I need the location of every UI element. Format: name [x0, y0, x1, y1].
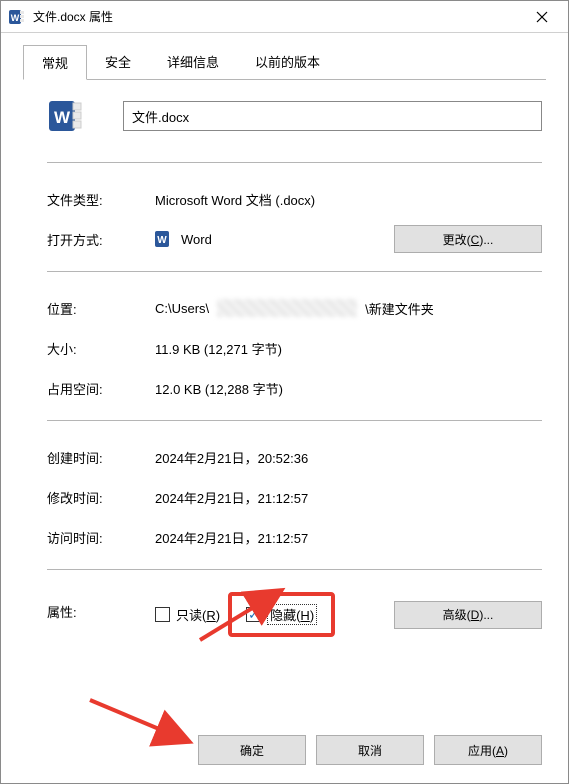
tab-previous-versions[interactable]: 以前的版本	[237, 45, 338, 80]
titlebar: W 文件.docx 属性	[1, 1, 568, 33]
word-icon: W	[9, 9, 25, 25]
highlight-box: ✓ 隐藏(H)	[228, 592, 335, 637]
value-open-with: W Word 更改(C)...	[155, 225, 542, 253]
hidden-checkbox[interactable]: ✓ 隐藏(H)	[246, 604, 317, 625]
divider	[47, 162, 542, 163]
svg-text:W: W	[11, 13, 20, 23]
value-file-type: Microsoft Word 文档 (.docx)	[155, 190, 542, 209]
tab-strip: 常规 安全 详细信息 以前的版本	[1, 33, 568, 80]
tab-general[interactable]: 常规	[23, 45, 87, 80]
label-modified: 修改时间:	[47, 488, 155, 507]
dialog-footer: 确定 取消 应用(A)	[1, 723, 568, 783]
label-open-with: 打开方式:	[47, 230, 155, 249]
divider	[47, 271, 542, 272]
checkbox-icon: ✓	[246, 607, 261, 622]
label-size: 大小:	[47, 339, 155, 358]
value-accessed: 2024年2月21日，21:12:57	[155, 528, 542, 547]
value-created: 2024年2月21日，20:52:36	[155, 448, 542, 467]
ok-button[interactable]: 确定	[198, 735, 306, 765]
label-file-type: 文件类型:	[47, 190, 155, 209]
divider	[47, 420, 542, 421]
content-area: W 文件类型: Microsoft Word 文档 (.docx) 打开方式: …	[1, 80, 568, 723]
window-title: 文件.docx 属性	[33, 8, 519, 25]
close-button[interactable]	[519, 3, 564, 31]
label-attributes: 属性:	[47, 592, 155, 621]
cancel-button[interactable]: 取消	[316, 735, 424, 765]
label-accessed: 访问时间:	[47, 528, 155, 547]
divider	[47, 569, 542, 570]
label-created: 创建时间:	[47, 448, 155, 467]
close-icon	[536, 11, 548, 23]
svg-text:W: W	[157, 235, 167, 246]
checkbox-icon	[155, 607, 170, 622]
value-size: 11.9 KB (12,271 字节)	[155, 339, 542, 358]
value-size-on-disk: 12.0 KB (12,288 字节)	[155, 379, 542, 398]
value-modified: 2024年2月21日，21:12:57	[155, 488, 542, 507]
label-location: 位置:	[47, 299, 155, 318]
file-type-icon: W	[47, 98, 83, 134]
apply-button[interactable]: 应用(A)	[434, 735, 542, 765]
label-size-on-disk: 占用空间:	[47, 379, 155, 398]
word-app-icon: W	[155, 230, 173, 248]
tab-details[interactable]: 详细信息	[149, 45, 237, 80]
open-with-app-name: Word	[181, 232, 212, 247]
tab-security[interactable]: 安全	[87, 45, 149, 80]
properties-dialog: W 文件.docx 属性 常规 安全 详细信息 以前的版本 W 文件类型: Mi…	[0, 0, 569, 784]
redacted-username	[217, 299, 357, 317]
readonly-checkbox[interactable]: 只读(R)	[155, 605, 220, 624]
svg-text:W: W	[54, 108, 71, 127]
change-button[interactable]: 更改(C)...	[394, 225, 542, 253]
filename-input[interactable]	[123, 101, 542, 131]
advanced-button[interactable]: 高级(D)...	[394, 601, 542, 629]
value-location: C:\Users\\新建文件夹	[155, 299, 542, 318]
